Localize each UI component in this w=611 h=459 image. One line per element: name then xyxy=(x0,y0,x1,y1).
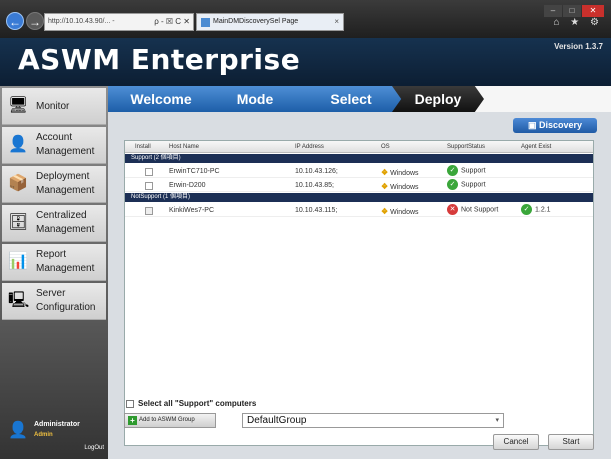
forward-arrow-icon[interactable]: → xyxy=(26,12,44,30)
windows-icon: ❖ xyxy=(381,182,389,191)
sidebar-item-label: Server Configuration xyxy=(36,288,96,313)
col-support-status[interactable]: SupportStatus xyxy=(447,144,485,150)
start-button[interactable]: Start xyxy=(548,434,594,450)
step-deploy[interactable]: Deploy xyxy=(392,86,484,112)
ip-address: 10.10.43.85; xyxy=(295,182,334,189)
discovery-label: Discovery xyxy=(538,120,583,130)
col-os[interactable]: OS xyxy=(381,144,390,150)
window-controls: – □ ✕ xyxy=(543,0,605,17)
select-all-checkbox[interactable] xyxy=(126,399,134,408)
sidebar-item-label: Centralized Management xyxy=(36,210,95,235)
browser-toolbar-icons[interactable]: ⌂ ★ ⚙ xyxy=(553,17,603,28)
server-icon: 🖳 xyxy=(8,292,30,309)
address-controls[interactable]: ρ - ☒ C ✕ xyxy=(154,17,190,26)
group-assign-bar: + Add to ASWM Group DefaultGroup ▾ xyxy=(124,413,594,429)
group-select[interactable]: DefaultGroup ▾ xyxy=(242,413,504,428)
sidebar-item-server[interactable]: 🖳 Server Configuration xyxy=(2,283,106,320)
step-select[interactable]: Select xyxy=(296,86,406,112)
main-panel: Welcome Mode Select Deploy ▣ Discovery I… xyxy=(108,86,611,459)
centralized-icon: 🗄 xyxy=(8,214,29,231)
support-status: ✕ Not Support xyxy=(447,204,498,215)
back-arrow-icon[interactable]: ← xyxy=(6,12,24,30)
select-all-label: Select all "Support" computers xyxy=(138,399,257,408)
app-title: ASWM Enterprise xyxy=(18,43,301,76)
avatar-icon: 👤 xyxy=(8,422,28,439)
app-header: ASWM Enterprise Version 1.3.7 xyxy=(0,38,611,86)
install-checkbox[interactable] xyxy=(145,168,153,176)
add-to-group-button[interactable]: + Add to ASWM Group xyxy=(124,413,216,428)
sidebar: 🖥 Monitor 👤 Account Management 📦 Deploym… xyxy=(0,86,108,459)
account-icon: 👤 xyxy=(8,136,28,153)
address-text: http://10.10.43.90/... - xyxy=(48,18,115,25)
step-mode[interactable]: Mode xyxy=(200,86,310,112)
sidebar-item-account[interactable]: 👤 Account Management xyxy=(2,127,106,164)
col-hostname[interactable]: Host Name xyxy=(169,144,199,150)
col-agent-exist[interactable]: Agent Exist xyxy=(521,144,551,150)
ip-address: 10.10.43.126; xyxy=(295,168,338,175)
add-to-group-label: Add to ASWM Group xyxy=(139,417,195,423)
support-status: ✓ Support xyxy=(447,179,486,190)
group-header-notsupport[interactable]: NotSupport (1 個項目) xyxy=(125,193,593,202)
sidebar-item-label: Account Management xyxy=(36,132,95,157)
host-name: ErwinTC710-PC xyxy=(169,168,220,175)
ip-address: 10.10.43.115; xyxy=(295,207,338,214)
tab-title: MainDMDiscoverySel Page xyxy=(213,18,299,25)
user-name: Administrator xyxy=(34,421,80,428)
user-role: Admin xyxy=(34,432,53,438)
table-header: Install Host Name IP Address OS SupportS… xyxy=(125,141,593,153)
sidebar-item-report[interactable]: 📊 Report Management xyxy=(2,244,106,281)
monitor-icon: 🖥 xyxy=(8,97,29,114)
os-cell: ❖ Windows xyxy=(381,207,419,216)
sidebar-item-label: Report Management xyxy=(36,249,95,274)
sidebar-item-monitor[interactable]: 🖥 Monitor xyxy=(2,88,106,125)
plus-icon: + xyxy=(128,416,137,425)
col-ip[interactable]: IP Address xyxy=(295,144,324,150)
windows-icon: ❖ xyxy=(381,168,389,177)
col-install[interactable]: Install xyxy=(135,144,151,150)
page-favicon-icon xyxy=(201,18,210,27)
table-row[interactable]: ErwinTC710-PC 10.10.43.126; ❖ Windows ✓ S… xyxy=(125,164,593,178)
logout-link[interactable]: LogOut xyxy=(84,445,104,451)
host-name: KinkiWes7-PC xyxy=(169,207,214,214)
browser-tab[interactable]: MainDMDiscoverySel Page × xyxy=(196,13,344,31)
table-row[interactable]: Erwin-D200 10.10.43.85; ❖ Windows ✓ Suppo… xyxy=(125,178,593,192)
sidebar-item-label: Deployment Management xyxy=(36,171,95,196)
agent-exist: ✓ 1.2.1 xyxy=(521,204,551,215)
check-icon: ✓ xyxy=(447,179,458,190)
error-icon: ✕ xyxy=(447,204,458,215)
check-icon: ✓ xyxy=(521,204,532,215)
wizard-steps: Welcome Mode Select Deploy xyxy=(108,86,611,112)
install-checkbox-disabled xyxy=(145,207,153,215)
group-header-support[interactable]: Support (2 個項目) xyxy=(125,154,593,163)
sidebar-item-centralized[interactable]: 🗄 Centralized Management xyxy=(2,205,106,242)
windows-icon: ❖ xyxy=(381,207,389,216)
discovery-icon: ▣ xyxy=(527,120,539,130)
step-welcome[interactable]: Welcome xyxy=(108,86,214,112)
report-icon: 📊 xyxy=(8,253,28,270)
host-name: Erwin-D200 xyxy=(169,182,206,189)
user-panel: 👤 Administrator Admin LogOut xyxy=(8,417,104,457)
tab-close-icon[interactable]: × xyxy=(334,17,339,26)
group-select-value: DefaultGroup xyxy=(247,415,307,426)
maximize-icon[interactable]: □ xyxy=(563,5,581,17)
deployment-icon: 📦 xyxy=(8,175,28,192)
version-label: Version 1.3.7 xyxy=(554,42,603,51)
table-row[interactable]: KinkiWes7-PC 10.10.43.115; ❖ Windows ✕ No… xyxy=(125,203,593,217)
address-bar[interactable]: http://10.10.43.90/... - ρ - ☒ C ✕ xyxy=(44,13,194,31)
window-close-icon[interactable]: ✕ xyxy=(582,5,604,17)
sidebar-item-label: Monitor xyxy=(36,101,70,112)
install-checkbox[interactable] xyxy=(145,182,153,190)
select-all-support[interactable]: Select all "Support" computers xyxy=(126,399,256,408)
os-cell: ❖ Windows xyxy=(381,182,419,191)
discovery-button[interactable]: ▣ Discovery xyxy=(513,118,597,133)
support-status: ✓ Support xyxy=(447,165,486,176)
sidebar-item-deployment[interactable]: 📦 Deployment Management xyxy=(2,166,106,203)
cancel-button[interactable]: Cancel xyxy=(493,434,539,450)
minimize-icon[interactable]: – xyxy=(544,5,562,17)
check-icon: ✓ xyxy=(447,165,458,176)
browser-chrome: ← → http://10.10.43.90/... - ρ - ☒ C ✕ M… xyxy=(0,0,611,38)
chevron-down-icon[interactable]: ▾ xyxy=(495,414,499,427)
os-cell: ❖ Windows xyxy=(381,168,419,177)
